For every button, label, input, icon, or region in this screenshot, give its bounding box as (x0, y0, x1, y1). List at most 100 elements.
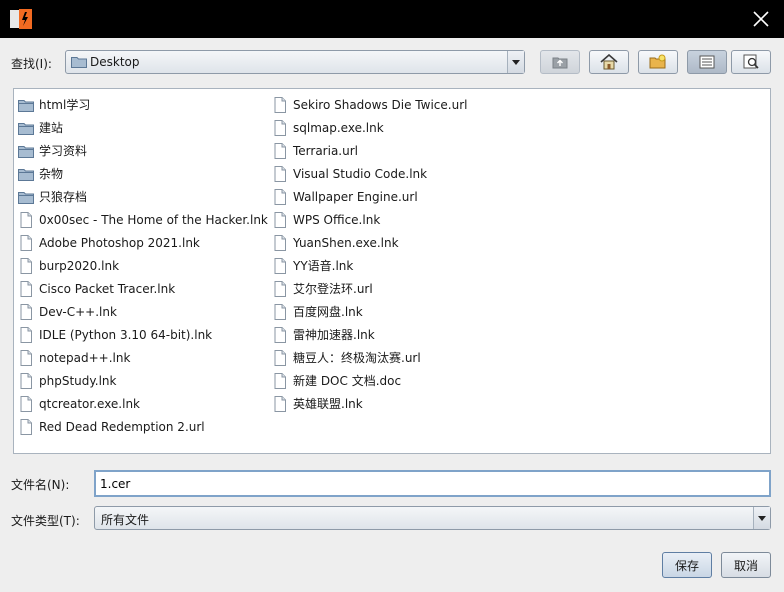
file-item[interactable]: notepad++.lnk (18, 346, 268, 369)
save-button[interactable]: 保存 (662, 552, 712, 578)
file-item[interactable]: Red Dead Redemption 2.url (18, 415, 268, 438)
folder-item[interactable]: 杂物 (18, 162, 268, 185)
file-item-label: 雷神加速器.lnk (293, 328, 375, 342)
file-item[interactable]: Wallpaper Engine.url (272, 185, 467, 208)
file-item[interactable]: 艾尔登法环.url (272, 277, 467, 300)
up-folder-button[interactable] (540, 50, 580, 74)
file-item-label: Red Dead Redemption 2.url (39, 419, 205, 434)
file-item-label: YY语音.lnk (293, 259, 354, 273)
chevron-down-icon[interactable] (507, 51, 524, 73)
file-list-column-1: html学习 建站学习资料杂物只狼存档 0x00sec - The Home of … (18, 93, 268, 438)
file-item[interactable]: sqlmap.exe.lnk (272, 116, 467, 139)
file-item-label: 百度网盘.lnk (293, 305, 363, 319)
file-item-label: phpStudy.lnk (39, 373, 117, 388)
file-icon (274, 142, 286, 159)
file-icon (274, 395, 286, 412)
file-item-label: 糖豆人：终极淘汰赛.url (293, 351, 421, 365)
file-item-label: 0x00sec - The Home of the Hacker.lnk (39, 212, 268, 227)
folder-icon (18, 168, 34, 181)
file-type-value: 所有文件 (101, 513, 150, 527)
folder-item[interactable]: html学习 (18, 93, 268, 116)
file-icon (20, 280, 32, 297)
file-item[interactable]: phpStudy.lnk (18, 369, 268, 392)
file-item[interactable]: Visual Studio Code.lnk (272, 162, 467, 185)
look-in-value: Desktop (90, 55, 140, 69)
folder-item[interactable]: 学习资料 (18, 139, 268, 162)
file-item-label: Visual Studio Code.lnk (293, 166, 428, 181)
file-icon (274, 188, 286, 205)
file-item[interactable]: 0x00sec - The Home of the Hacker.lnk (18, 208, 268, 231)
file-name-label: 文件名(N): (11, 478, 70, 492)
file-icon (274, 372, 286, 389)
file-item[interactable]: YuanShen.exe.lnk (272, 231, 467, 254)
file-icon (20, 349, 32, 366)
file-type-combo[interactable]: 所有文件 (94, 506, 771, 530)
folder-item[interactable]: 只狼存档 (18, 185, 268, 208)
file-item-label: burp2020.lnk (39, 258, 120, 273)
file-list[interactable]: html学习 建站学习资料杂物只狼存档 0x00sec - The Home of … (13, 88, 771, 454)
file-item-label: Cisco Packet Tracer.lnk (39, 281, 176, 296)
file-item[interactable]: Adobe Photoshop 2021.lnk (18, 231, 268, 254)
file-item[interactable]: YY语音.lnk (272, 254, 467, 277)
file-item[interactable]: Terraria.url (272, 139, 467, 162)
chevron-down-icon[interactable] (753, 507, 770, 529)
file-icon (20, 234, 32, 251)
list-view-button[interactable] (687, 50, 727, 74)
file-list-column-2: Sekiro Shadows Die Twice.url sqlmap.exe.l… (272, 93, 467, 415)
file-item[interactable]: Dev-C++.lnk (18, 300, 268, 323)
file-icon (274, 349, 286, 366)
file-icon (274, 234, 286, 251)
file-item[interactable]: Cisco Packet Tracer.lnk (18, 277, 268, 300)
file-item[interactable]: burp2020.lnk (18, 254, 268, 277)
file-icon (20, 303, 32, 320)
file-type-label: 文件类型(T): (11, 514, 80, 528)
folder-icon (18, 99, 34, 112)
look-in-label: 查找(I): (11, 57, 52, 71)
file-item-label: 英雄联盟.lnk (293, 397, 363, 411)
file-item-label: 新建 DOC 文档.doc (293, 374, 402, 388)
file-item[interactable]: 雷神加速器.lnk (272, 323, 467, 346)
folder-item[interactable]: 建站 (18, 116, 268, 139)
file-item-label: 建站 (39, 121, 64, 135)
file-icon (274, 280, 286, 297)
folder-icon (18, 191, 34, 204)
file-item-label: sqlmap.exe.lnk (293, 120, 384, 135)
file-item-label: html学习 (39, 98, 91, 112)
look-in-combo[interactable]: Desktop (65, 50, 525, 74)
file-item[interactable]: 糖豆人：终极淘汰赛.url (272, 346, 467, 369)
cancel-button[interactable]: 取消 (721, 552, 771, 578)
home-icon (600, 54, 618, 70)
file-item-label: YuanShen.exe.lnk (293, 235, 399, 250)
new-folder-icon (649, 54, 666, 69)
file-item-label: 学习资料 (39, 144, 88, 158)
file-item-label: Sekiro Shadows Die Twice.url (293, 97, 468, 112)
file-icon (20, 418, 32, 435)
file-item-label: qtcreator.exe.lnk (39, 396, 141, 411)
file-item[interactable]: IDLE (Python 3.10 64-bit).lnk (18, 323, 268, 346)
file-icon (274, 303, 286, 320)
file-item[interactable]: Sekiro Shadows Die Twice.url (272, 93, 467, 116)
app-logo-icon (10, 9, 32, 29)
file-icon (20, 257, 32, 274)
file-item[interactable]: 百度网盘.lnk (272, 300, 467, 323)
file-item-label: 只狼存档 (39, 190, 88, 204)
file-icon (274, 257, 286, 274)
file-item[interactable]: WPS Office.lnk (272, 208, 467, 231)
folder-icon (71, 57, 87, 68)
details-view-icon (743, 54, 759, 69)
file-icon (20, 211, 32, 228)
file-icon (20, 372, 32, 389)
close-icon[interactable] (752, 10, 770, 28)
list-view-icon (699, 55, 715, 69)
file-name-input[interactable] (94, 470, 771, 497)
file-item[interactable]: 英雄联盟.lnk (272, 392, 467, 415)
file-item[interactable]: qtcreator.exe.lnk (18, 392, 268, 415)
file-item[interactable]: 新建 DOC 文档.doc (272, 369, 467, 392)
details-view-button[interactable] (731, 50, 771, 74)
new-folder-button[interactable] (638, 50, 678, 74)
file-icon (274, 119, 286, 136)
file-item-label: notepad++.lnk (39, 350, 131, 365)
home-button[interactable] (589, 50, 629, 74)
file-icon (274, 165, 286, 182)
folder-icon (18, 122, 34, 135)
